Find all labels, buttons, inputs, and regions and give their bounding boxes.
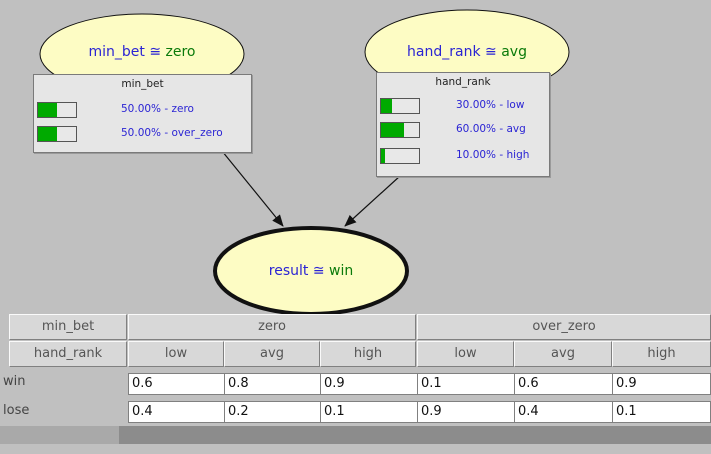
- edge-hand_rank-result: [344, 175, 401, 227]
- node-min_bet-box-title: min_bet: [121, 78, 164, 90]
- state-label: 10.00% - high: [456, 149, 530, 161]
- node-result-label: result ≅ win: [215, 263, 407, 279]
- node-min_bet-label: min_bet ≅ zero: [42, 44, 242, 60]
- cpt-group-header-over_zero: over_zero: [417, 314, 711, 340]
- probability-bar: [380, 98, 420, 114]
- cpt-column-header: high: [612, 341, 711, 367]
- cpt-cell[interactable]: 0.8: [224, 373, 321, 395]
- node-result-var: result: [268, 263, 309, 279]
- state-label: 30.00% - low: [456, 99, 525, 111]
- approx-symbol: ≅: [312, 263, 325, 279]
- node-min_bet-probability-box[interactable]: min_bet 50.00% - zero 50.00% - over_zero: [33, 74, 252, 153]
- cpt-column-header: avg: [514, 341, 612, 367]
- cpt-group-header-zero: zero: [128, 314, 416, 340]
- state-row[interactable]: 60.00% - avg: [377, 119, 549, 139]
- state-label: 60.00% - avg: [456, 123, 526, 135]
- cpt-cell[interactable]: 0.9: [612, 373, 711, 395]
- cpt-cell[interactable]: 0.1: [320, 401, 418, 423]
- state-label: 50.00% - zero: [121, 103, 194, 115]
- cpt-cell[interactable]: 0.6: [514, 373, 613, 395]
- edge-min_bet-result: [221, 150, 284, 227]
- probability-bar: [37, 102, 77, 118]
- cpt-cell[interactable]: 0.9: [417, 401, 515, 423]
- approx-symbol: ≅: [149, 44, 162, 60]
- cpt-cell[interactable]: 0.6: [128, 373, 225, 395]
- cpt-cell[interactable]: 0.9: [320, 373, 418, 395]
- node-min_bet-var: min_bet: [88, 44, 145, 60]
- node-min_bet-value: zero: [165, 44, 196, 60]
- node-hand_rank-probability-box[interactable]: hand_rank 30.00% - low 60.00% - avg 10.0…: [376, 72, 550, 177]
- cpt-header-min_bet: min_bet: [9, 314, 127, 340]
- probability-bar: [37, 126, 77, 142]
- table-footer-left: [0, 426, 119, 444]
- probability-bar: [380, 148, 420, 164]
- cpt-column-header: low: [128, 341, 224, 367]
- node-hand_rank-var: hand_rank: [407, 44, 481, 60]
- cpt-cell[interactable]: 0.4: [128, 401, 225, 423]
- cpt-cell[interactable]: 0.4: [514, 401, 613, 423]
- probability-bar-fill: [38, 127, 57, 141]
- probability-bar-fill: [381, 123, 404, 137]
- cpt-column-header: avg: [224, 341, 320, 367]
- cpt-row-label-win: win: [0, 372, 128, 394]
- state-row[interactable]: 50.00% - over_zero: [34, 123, 251, 143]
- probability-bar-fill: [38, 103, 57, 117]
- node-result-value: win: [329, 263, 354, 279]
- probability-bar: [380, 122, 420, 138]
- cpt-row-label-lose: lose: [0, 401, 128, 423]
- cpt-cell[interactable]: 0.2: [224, 401, 321, 423]
- cpt-cell[interactable]: 0.1: [417, 373, 515, 395]
- cpt-column-header: low: [417, 341, 514, 367]
- network-canvas: min_bet ≅ zero hand_rank ≅ avg result ≅ …: [0, 0, 711, 450]
- state-row[interactable]: 10.00% - high: [377, 145, 549, 165]
- state-row[interactable]: 30.00% - low: [377, 95, 549, 115]
- probability-bar-fill: [381, 99, 393, 113]
- table-footer-bar: [0, 426, 711, 444]
- approx-symbol: ≅: [485, 44, 497, 60]
- node-hand_rank-value: avg: [501, 44, 527, 60]
- cpt-header-hand_rank: hand_rank: [9, 341, 127, 367]
- probability-bar-fill: [381, 149, 385, 163]
- cpt-column-header: high: [320, 341, 416, 367]
- cpt-cell[interactable]: 0.1: [612, 401, 711, 423]
- state-row[interactable]: 50.00% - zero: [34, 99, 251, 119]
- node-hand_rank-label: hand_rank ≅ avg: [367, 44, 567, 60]
- node-hand_rank-box-title: hand_rank: [435, 76, 491, 88]
- state-label: 50.00% - over_zero: [121, 127, 223, 139]
